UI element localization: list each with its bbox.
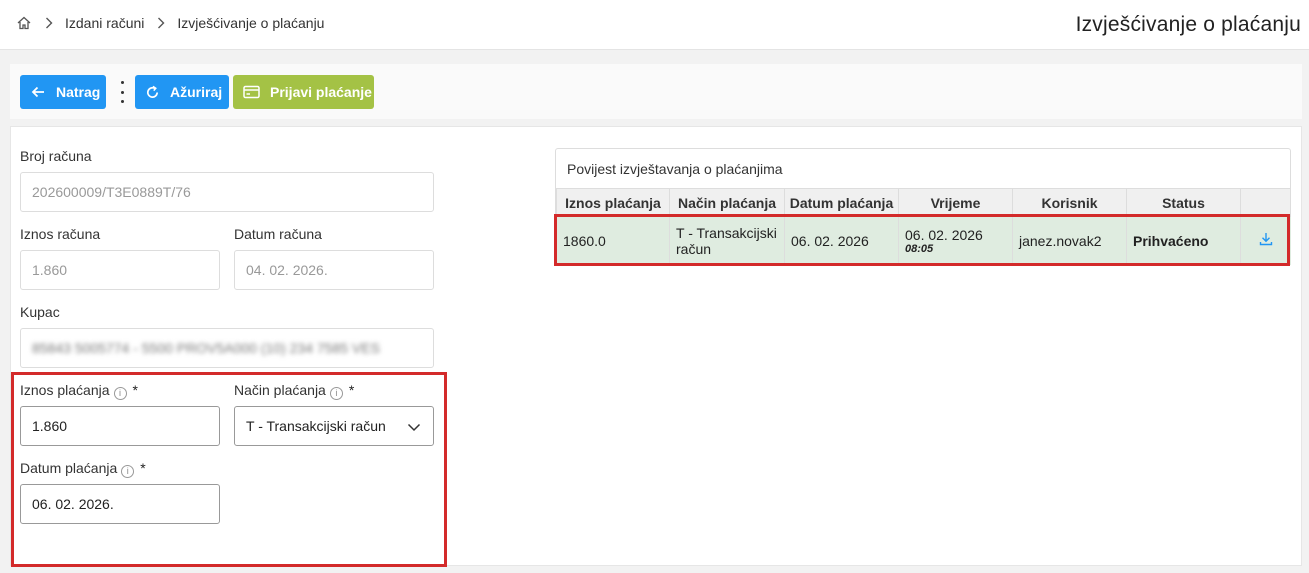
customer-field: 85843 5005774 - 5500 PROV5A000 (10) 234 …	[20, 328, 434, 368]
payment-method-select[interactable]: T - Transakcijski račun	[234, 406, 434, 446]
highlight-frame-history-row	[554, 214, 1290, 266]
payment-amount-input[interactable]: 1.860	[20, 406, 220, 446]
payment-method-label-text: Način plaćanja	[234, 382, 326, 398]
top-bar: Izdani računi Izvješćivanje o plaćanju I…	[0, 0, 1309, 50]
refresh-icon	[147, 85, 159, 98]
column-header-user[interactable]: Korisnik	[1012, 188, 1127, 217]
invoice-date-field: 04. 02. 2026.	[234, 250, 434, 290]
update-button[interactable]: Ažuriraj	[135, 75, 229, 109]
customer-value: 85843 5005774 - 5500 PROV5A000 (10) 234 …	[32, 340, 380, 356]
breadcrumb: Izdani računi Izvješćivanje o plaćanju	[16, 15, 324, 31]
invoice-amount-label: Iznos računa	[20, 226, 101, 242]
report-payment-label: Prijavi plaćanje	[270, 84, 372, 100]
table-header-row: Iznos plaćanja Način plaćanja Datum plać…	[556, 188, 1291, 217]
invoice-date-label: Datum računa	[234, 226, 322, 242]
payment-history-title: Povijest izvještavanja o plaćanjima	[567, 161, 783, 177]
payment-amount-value: 1.860	[32, 418, 68, 434]
chevron-right-icon	[42, 16, 56, 30]
required-marker: *	[140, 460, 146, 476]
more-options-icon[interactable]	[116, 81, 128, 103]
breadcrumb-item-issued-invoices[interactable]: Izdani računi	[65, 15, 144, 31]
column-header-date[interactable]: Datum plaćanja	[784, 188, 899, 217]
payment-date-label: Datum plaćanja i *	[20, 460, 146, 478]
invoice-number-value: 202600009/T3E0889T/76	[32, 184, 191, 200]
payment-date-value: 06. 02. 2026.	[32, 496, 114, 512]
page-title: Izvješćivanje o plaćanju	[1075, 13, 1301, 36]
info-icon[interactable]: i	[113, 387, 127, 400]
invoice-number-label: Broj računa	[20, 148, 92, 164]
column-header-method[interactable]: Način plaćanja	[669, 188, 785, 217]
payment-date-label-text: Datum plaćanja	[20, 460, 118, 476]
invoice-amount-field: 1.860	[20, 250, 220, 290]
payment-method-label: Način plaćanja i *	[234, 382, 354, 400]
payment-amount-label: Iznos plaćanja i *	[20, 382, 138, 400]
column-header-amount[interactable]: Iznos plaćanja	[556, 188, 670, 217]
required-marker: *	[132, 382, 138, 398]
invoice-number-field: 202600009/T3E0889T/76	[20, 172, 434, 212]
info-icon[interactable]: i	[121, 465, 135, 478]
update-button-label: Ažuriraj	[170, 84, 223, 100]
payment-date-input[interactable]: 06. 02. 2026.	[20, 484, 220, 524]
invoice-date-value: 04. 02. 2026.	[246, 262, 328, 278]
info-icon[interactable]: i	[329, 387, 343, 400]
customer-label: Kupac	[20, 304, 60, 320]
column-header-time[interactable]: Vrijeme	[898, 188, 1013, 217]
required-marker: *	[348, 382, 355, 398]
chevron-down-icon	[407, 423, 421, 432]
arrow-left-icon	[31, 86, 44, 98]
column-header-status[interactable]: Status	[1126, 188, 1241, 217]
back-button-label: Natrag	[56, 84, 101, 100]
payment-method-value: T - Transakcijski račun	[246, 418, 386, 434]
home-icon[interactable]	[16, 15, 32, 31]
report-payment-button[interactable]: Prijavi plaćanje	[233, 75, 374, 109]
chevron-right-icon	[154, 16, 168, 30]
credit-card-icon	[243, 85, 260, 99]
payment-amount-label-text: Iznos plaćanja	[20, 382, 110, 398]
back-button[interactable]: Natrag	[20, 75, 106, 109]
column-header-actions	[1240, 188, 1291, 217]
invoice-amount-value: 1.860	[32, 262, 68, 278]
breadcrumb-item-current: Izvješćivanje o plaćanju	[177, 15, 325, 31]
